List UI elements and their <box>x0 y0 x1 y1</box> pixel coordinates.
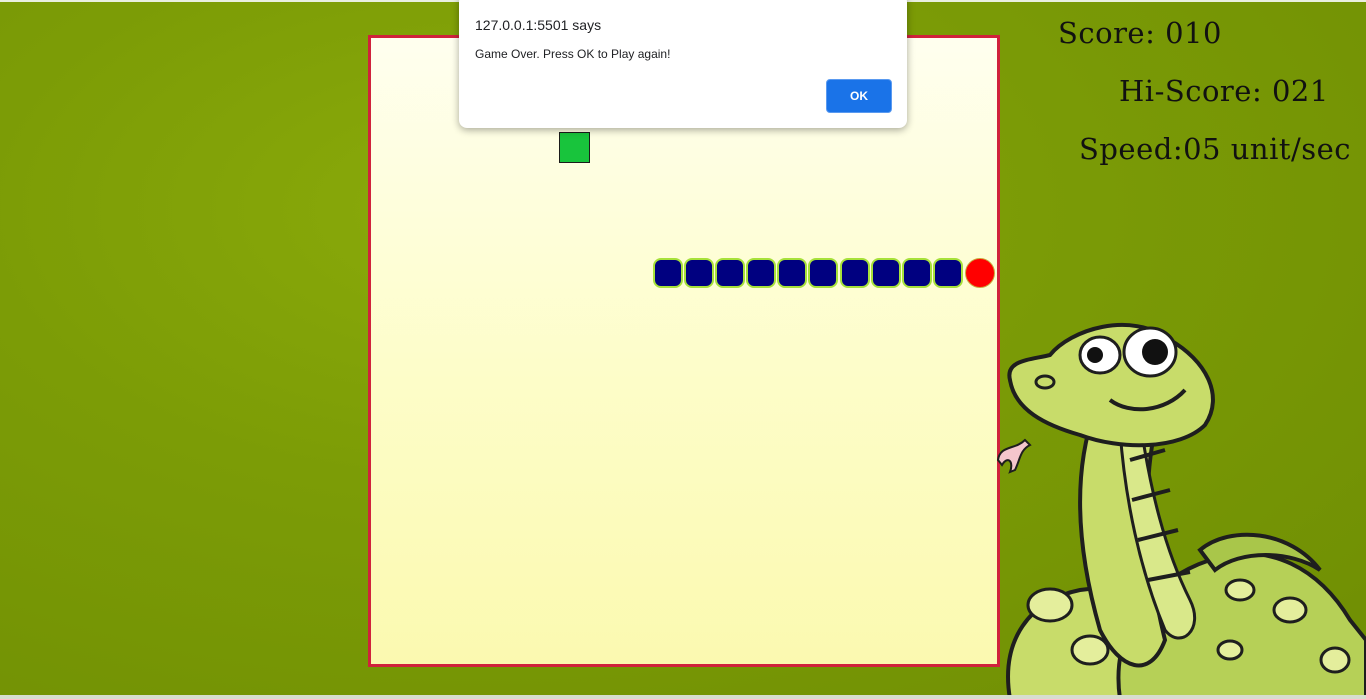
snake-segment <box>871 258 901 288</box>
snake-segment <box>684 258 714 288</box>
alert-dialog: 127.0.0.1:5501 says Game Over. Press OK … <box>459 0 907 128</box>
snake-segment <box>715 258 745 288</box>
snake-head <box>965 258 995 288</box>
dialog-message: Game Over. Press OK to Play again! <box>475 47 671 61</box>
snake-segment <box>808 258 838 288</box>
snake-segment <box>746 258 776 288</box>
snake-segment <box>902 258 932 288</box>
snake-mascot-icon <box>996 323 1366 699</box>
food-block <box>559 132 590 163</box>
speed-display: Speed:05 unit/sec <box>1079 132 1352 166</box>
dialog-origin: 127.0.0.1:5501 says <box>475 17 602 33</box>
hiscore-display: Hi-Score: 021 <box>1119 74 1329 108</box>
score-display: Score: 010 <box>1058 16 1222 50</box>
snake-segment <box>933 258 963 288</box>
game-board <box>368 35 1000 667</box>
snake-segment <box>653 258 683 288</box>
snake-segment <box>840 258 870 288</box>
ok-button[interactable]: OK <box>826 79 892 113</box>
snake-segment <box>777 258 807 288</box>
browser-bottom-edge <box>0 695 1366 699</box>
